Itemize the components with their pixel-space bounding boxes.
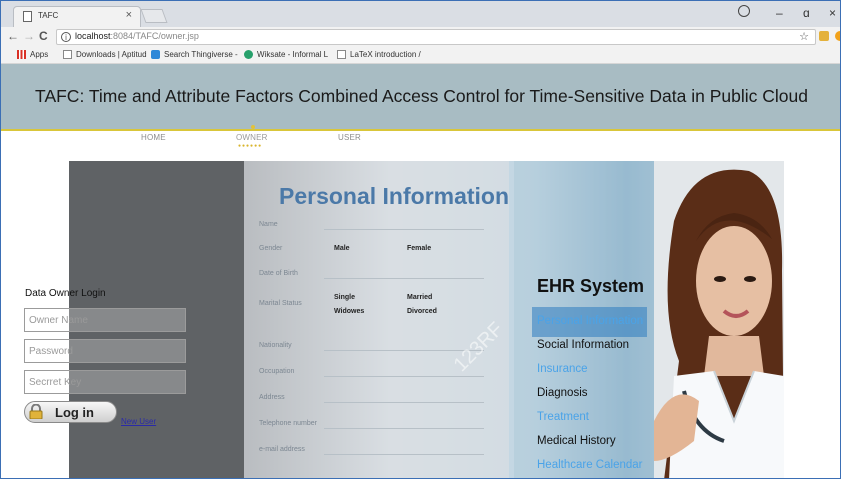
bookmark-star-icon[interactable]: ☆ <box>799 30 809 43</box>
hero-field-line <box>324 229 484 230</box>
hero-ehr-item: Diagnosis <box>537 387 588 399</box>
hero-value-female: Female <box>407 245 432 252</box>
nav-home[interactable]: HOME <box>141 133 166 142</box>
hero-value-male: Male <box>334 245 350 252</box>
browser-window: TAFC × – ɑ × ← → C i localhost:8084/TAFC… <box>0 0 841 479</box>
active-indicator-stars: ●●●●●● <box>238 143 263 149</box>
page-icon <box>63 50 72 59</box>
bookmark-thingiverse[interactable]: Search Thingiverse - <box>151 50 238 59</box>
nurse-photo <box>654 161 784 478</box>
hero-field-label: Nationality <box>259 342 292 349</box>
password-input[interactable] <box>24 339 186 363</box>
hero-field-label: e-mail address <box>259 446 305 453</box>
hero-ehr-item: Personal Information <box>537 315 644 327</box>
hero-field-line <box>324 278 484 279</box>
hero-ehr-item: Insurance <box>537 363 588 375</box>
active-indicator-dot <box>251 125 255 129</box>
new-tab-button[interactable] <box>140 9 168 23</box>
hero-field-label: Address <box>259 394 285 401</box>
tab-strip: TAFC × – ɑ × <box>1 1 840 27</box>
wiksate-icon <box>244 50 253 59</box>
nav-owner[interactable]: OWNER <box>236 133 268 142</box>
extension-icon[interactable] <box>819 31 829 41</box>
hero-field-label: Date of Birth <box>259 270 298 277</box>
back-icon[interactable]: ← <box>7 29 19 43</box>
hero-ehr-title: EHR System <box>537 276 645 296</box>
hero-field-line <box>324 428 484 429</box>
hero-value-single: Single <box>334 294 356 301</box>
hero-field-line <box>324 376 484 377</box>
hero-ehr-item: Treatment <box>537 411 589 423</box>
page-icon <box>337 50 346 59</box>
thingiverse-icon <box>151 50 160 59</box>
url-path: :8084/TAFC/owner.jsp <box>110 31 199 41</box>
tab-close-icon[interactable]: × <box>126 9 132 21</box>
address-bar-row: ← → C i localhost:8084/TAFC/owner.jsp ☆ <box>1 27 840 47</box>
bookmark-label: Search Thingiverse - <box>164 50 238 59</box>
login-button-label: Log in <box>55 404 94 420</box>
tab-title: TAFC <box>38 11 59 20</box>
hero-field-label: Name <box>259 221 278 228</box>
page-title: TAFC: Time and Attribute Factors Combine… <box>35 86 808 106</box>
hero-field-line <box>324 402 484 403</box>
hero-personal-info-title: Personal Information <box>279 183 510 209</box>
bookmark-apps[interactable]: Apps <box>17 50 48 59</box>
nav-user[interactable]: USER <box>338 133 361 142</box>
hero-field-label: Gender <box>259 245 283 252</box>
secret-key-input[interactable] <box>24 370 186 394</box>
owner-name-input[interactable] <box>24 308 186 332</box>
bookmark-wiksate[interactable]: Wiksate - Informal L <box>244 50 328 59</box>
hero-field-label: Marital Status <box>259 300 302 307</box>
hero-ehr-item: Healthcare Calendar <box>537 459 643 471</box>
hero-value-widowed: Widowes <box>334 308 365 315</box>
lock-icon <box>29 404 43 419</box>
header-banner: TAFC: Time and Attribute Factors Combine… <box>1 64 840 131</box>
bookmark-label: Apps <box>30 50 49 59</box>
bookmark-downloads[interactable]: Downloads | Aptitud <box>63 50 147 59</box>
minimize-button[interactable]: – <box>776 6 783 20</box>
apps-grid-icon <box>17 50 26 59</box>
info-icon[interactable]: i <box>61 32 71 42</box>
extension-icon-2[interactable] <box>835 31 840 41</box>
url-field[interactable]: i localhost:8084/TAFC/owner.jsp ☆ <box>56 29 816 45</box>
url-text: localhost:8084/TAFC/owner.jsp <box>75 31 199 41</box>
bookmark-label: LaTeX introduction / <box>350 50 421 59</box>
hero-value-married: Married <box>407 294 433 301</box>
close-window-button[interactable]: × <box>829 6 836 20</box>
hero-value-divorced: Divorced <box>407 308 437 315</box>
maximize-button[interactable]: ɑ <box>803 6 810 20</box>
login-button[interactable]: Log in <box>24 401 117 423</box>
hero-field-label: Occupation <box>259 368 295 375</box>
profile-icon[interactable] <box>738 5 750 17</box>
page-content: TAFC: Time and Attribute Factors Combine… <box>1 64 840 478</box>
tab-tafc[interactable]: TAFC × <box>13 6 141 27</box>
hero-field-line <box>324 454 484 455</box>
url-host: localhost <box>75 31 111 41</box>
new-user-link[interactable]: New User <box>121 417 156 426</box>
login-title: Data Owner Login <box>25 288 106 299</box>
hero-ehr-item: Social Information <box>537 339 630 351</box>
bookmark-label: Downloads | Aptitud <box>76 50 147 59</box>
reload-icon[interactable]: C <box>39 29 48 43</box>
bookmark-label: Wiksate - Informal L <box>257 50 329 59</box>
page-icon <box>23 11 32 22</box>
forward-icon[interactable]: → <box>23 29 35 43</box>
bookmarks-bar: Apps Downloads | Aptitud Search Thingive… <box>1 47 840 64</box>
bookmark-latex[interactable]: LaTeX introduction / <box>337 50 421 59</box>
hero-field-label: Telephone number <box>259 420 317 427</box>
hero-ehr-item: Medical History <box>537 435 616 447</box>
